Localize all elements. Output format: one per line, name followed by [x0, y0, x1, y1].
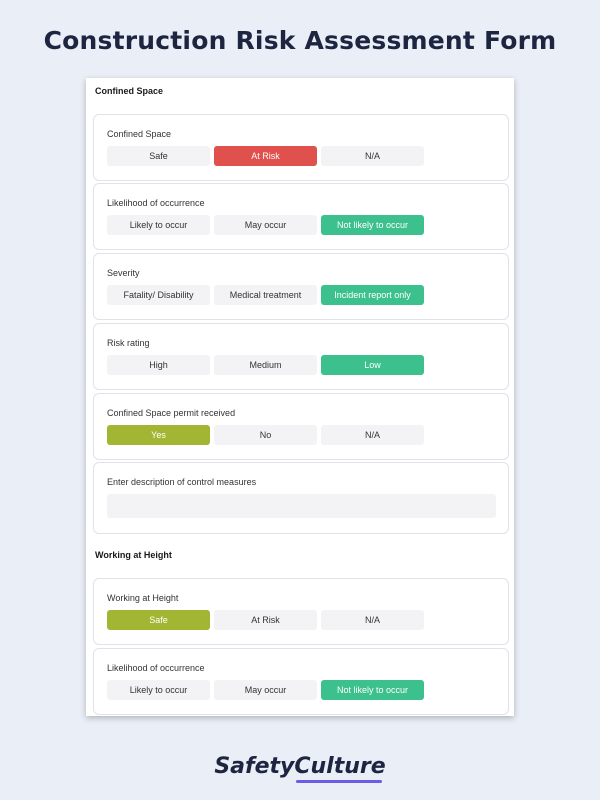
question-label: Enter description of control measures — [107, 477, 257, 487]
section-header-working-at-height: Working at Height — [95, 550, 172, 560]
question-label: Likelihood of occurrence — [107, 198, 205, 208]
option-na[interactable]: N/A — [321, 610, 424, 630]
question-label: Likelihood of occurrence — [107, 663, 205, 673]
option-incident-report-only-selected[interactable]: Incident report only — [321, 285, 424, 305]
option-medium[interactable]: Medium — [214, 355, 317, 375]
option-no[interactable]: No — [214, 425, 317, 445]
page-title: Construction Risk Assessment Form — [43, 26, 557, 55]
option-safe[interactable]: Safe — [107, 146, 210, 166]
option-safe-selected[interactable]: Safe — [107, 610, 210, 630]
question-label: Confined Space — [107, 129, 172, 139]
question-card-likelihood: Likelihood of occurrence Likely to occur… — [93, 183, 509, 250]
question-card-risk-rating: Risk rating High Medium Low — [93, 323, 509, 390]
question-label: Working at Height — [107, 593, 179, 603]
option-na[interactable]: N/A — [321, 425, 424, 445]
question-card-control-measures: Enter description of control measures — [93, 462, 509, 534]
option-likely-to-occur[interactable]: Likely to occur — [107, 680, 210, 700]
option-may-occur[interactable]: May occur — [214, 680, 317, 700]
option-not-likely-to-occur-selected[interactable]: Not likely to occur — [321, 680, 424, 700]
question-card-likelihood-height: Likelihood of occurrence Likely to occur… — [93, 648, 509, 715]
option-at-risk[interactable]: At Risk — [214, 610, 317, 630]
option-na[interactable]: N/A — [321, 146, 424, 166]
option-may-occur[interactable]: May occur — [214, 215, 317, 235]
question-card-confined-space: Confined Space Safe At Risk N/A — [93, 114, 509, 181]
section-header-confined-space: Confined Space — [95, 86, 164, 96]
question-card-severity: Severity Fatality/ Disability Medical tr… — [93, 253, 509, 320]
question-label: Severity — [107, 268, 140, 278]
option-at-risk-selected[interactable]: At Risk — [214, 146, 317, 166]
question-card-permit-received: Confined Space permit received Yes No N/… — [93, 393, 509, 460]
brand-logo: SafetyCulture — [214, 754, 386, 779]
option-fatality-disability[interactable]: Fatality/ Disability — [107, 285, 210, 305]
control-measures-input[interactable] — [107, 494, 496, 518]
option-not-likely-to-occur-selected[interactable]: Not likely to occur — [321, 215, 424, 235]
question-label: Risk rating — [107, 338, 150, 348]
option-yes-selected[interactable]: Yes — [107, 425, 210, 445]
brand-logo-underline — [296, 780, 382, 783]
option-medical-treatment[interactable]: Medical treatment — [214, 285, 317, 305]
option-high[interactable]: High — [107, 355, 210, 375]
question-label: Confined Space permit received — [107, 408, 236, 418]
option-low-selected[interactable]: Low — [321, 355, 424, 375]
option-likely-to-occur[interactable]: Likely to occur — [107, 215, 210, 235]
form-sheet: Confined Space Confined Space Safe At Ri… — [86, 78, 514, 716]
question-card-working-at-height: Working at Height Safe At Risk N/A — [93, 578, 509, 645]
